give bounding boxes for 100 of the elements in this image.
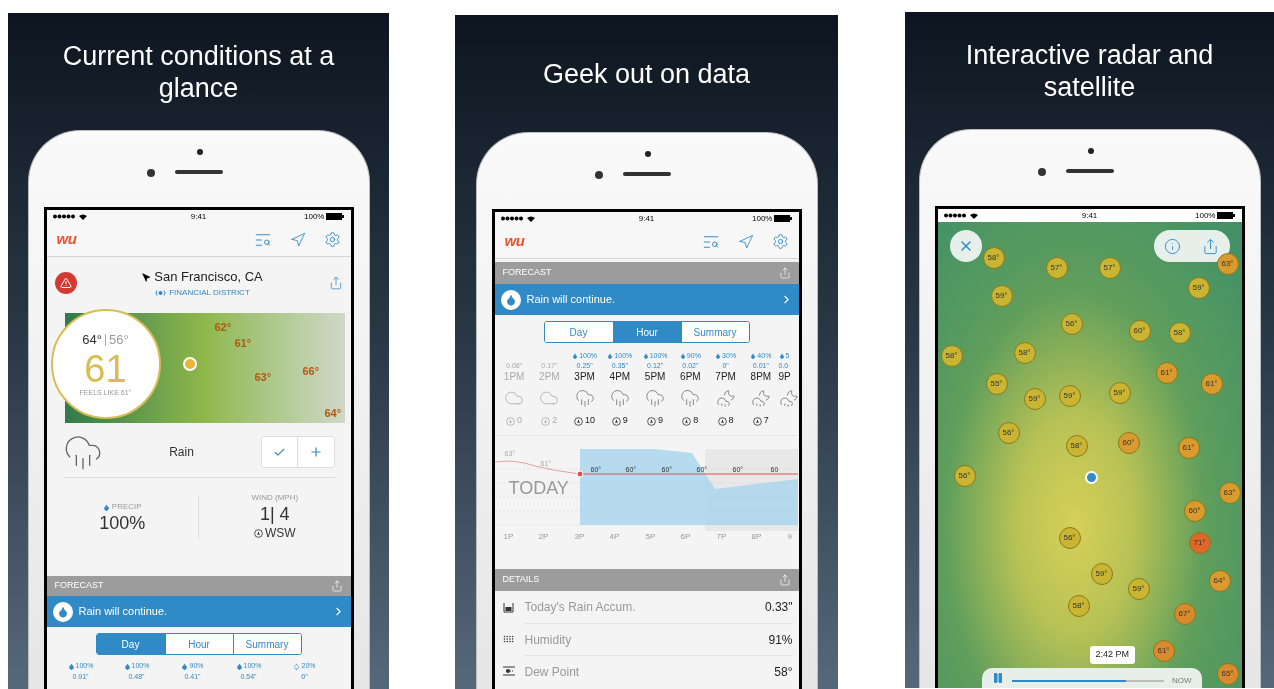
- battery-percent: 100%: [752, 212, 773, 225]
- station-name: FINANCIAL DISTRICT: [169, 286, 250, 299]
- wind-direction-icon: [253, 528, 263, 538]
- temperature-pin[interactable]: 58°: [940, 345, 963, 367]
- hour-label: 2PM: [539, 370, 560, 383]
- temperature-pin[interactable]: 59°: [1108, 382, 1131, 404]
- temperature-pin[interactable]: 59°: [1058, 385, 1081, 407]
- share-icon[interactable]: [1202, 237, 1219, 255]
- wind-direction: WSW: [264, 525, 296, 542]
- temperature-pin[interactable]: 63°: [1218, 482, 1241, 504]
- forecast-banner[interactable]: Rain will continue.: [46, 596, 351, 627]
- camera-icon: [644, 151, 651, 157]
- today-label: TODAY: [508, 477, 569, 500]
- temperature-pin[interactable]: 61°: [1177, 437, 1200, 459]
- temperature-pin[interactable]: 59°: [990, 285, 1013, 307]
- moon-rain-cloud-icon: [778, 388, 799, 408]
- map-temperature: 62°: [214, 320, 232, 335]
- temperature-pin[interactable]: 60°: [1183, 500, 1206, 522]
- forecast-banner[interactable]: Rain will continue.: [494, 284, 799, 315]
- temperature-pin[interactable]: 60°: [1128, 320, 1151, 342]
- segment-tab[interactable]: Summary: [680, 322, 749, 342]
- temperature-pin[interactable]: 67°: [1173, 603, 1196, 625]
- detail-value: 0.33": [764, 599, 793, 616]
- settings-icon[interactable]: [323, 231, 341, 248]
- time-tick: 5P: [645, 531, 656, 543]
- segment-tab[interactable]: Hour: [164, 634, 233, 654]
- droplet-icon: [500, 289, 521, 310]
- section-title: DETAILS: [502, 573, 540, 587]
- temperature-pin[interactable]: 58°: [1168, 322, 1191, 344]
- temperature-pin[interactable]: 63°: [1216, 253, 1239, 275]
- low-temperature: 56°: [109, 331, 129, 349]
- temperature-pin[interactable]: 56°: [1058, 527, 1081, 549]
- segment-tab[interactable]: Day: [96, 634, 165, 654]
- temperature-pin[interactable]: 59°: [1023, 388, 1046, 410]
- segment-tab[interactable]: Hour: [612, 322, 681, 342]
- moon-rain-cloud-icon: [750, 388, 771, 408]
- temperature-pin[interactable]: 56°: [953, 465, 976, 487]
- temperature-pin[interactable]: 61°: [1200, 373, 1223, 395]
- temperature-pin[interactable]: 59°: [1127, 578, 1150, 600]
- camera-icon: [196, 149, 203, 155]
- time-tick: 9: [787, 531, 792, 543]
- map-temperature: 66°: [302, 364, 320, 379]
- temperature-pin[interactable]: 57°: [1098, 257, 1121, 279]
- hour-label: 4PM: [609, 370, 631, 383]
- temperature-pin[interactable]: 57°: [1045, 257, 1068, 279]
- temperature-pin[interactable]: 64°: [1208, 570, 1231, 592]
- segment-tab[interactable]: Day: [544, 322, 613, 342]
- wind-direction-icon: [574, 416, 584, 426]
- location-arrow-icon[interactable]: [737, 233, 754, 250]
- share-icon[interactable]: [778, 267, 791, 279]
- temperature-pin[interactable]: 59°: [1090, 563, 1113, 585]
- status-time: 9:41: [1081, 209, 1098, 222]
- temperature-pin[interactable]: 58°: [1067, 595, 1090, 617]
- rain-gauge-icon: [502, 601, 514, 613]
- temperature-pin[interactable]: 58°: [1013, 342, 1036, 364]
- temperature-pin[interactable]: 59°: [1187, 277, 1210, 299]
- temperature-pin[interactable]: 55°: [985, 373, 1008, 395]
- temperature-pin[interactable]: 61°: [1155, 362, 1178, 384]
- temperature-pin[interactable]: 65°: [1216, 663, 1239, 685]
- location-marker-icon: [182, 357, 197, 371]
- current-temperature: 61: [84, 349, 127, 388]
- settings-icon[interactable]: [771, 233, 789, 250]
- close-button[interactable]: [949, 230, 982, 262]
- wind-direction-icon: [611, 416, 621, 426]
- pause-icon[interactable]: [991, 672, 1004, 684]
- time-tooltip: 2:42 PM: [1089, 646, 1136, 664]
- droplet-icon: [607, 353, 614, 359]
- rain-cloud-icon: [680, 388, 701, 408]
- wind-direction-icon: [541, 416, 551, 426]
- droplet-icon: [102, 503, 110, 511]
- temperature-pin[interactable]: 56°: [1060, 313, 1083, 335]
- temperature-pin[interactable]: 56°: [997, 422, 1020, 444]
- temperature-pin[interactable]: 60°: [1117, 432, 1140, 454]
- location-marker-icon: [1084, 471, 1098, 484]
- wind-speed: 7: [763, 414, 769, 428]
- temperature-pin[interactable]: 58°: [1065, 435, 1088, 457]
- hour-label: 7PM: [715, 370, 736, 383]
- share-icon[interactable]: [330, 580, 343, 592]
- share-icon[interactable]: [778, 574, 791, 586]
- share-icon[interactable]: [328, 276, 343, 290]
- temperature-pin[interactable]: 58°: [982, 247, 1005, 269]
- moon-rain-cloud-icon: [715, 388, 736, 408]
- detail-value: 91%: [768, 631, 793, 649]
- temperature-pin[interactable]: 71°: [1188, 532, 1211, 554]
- segment-tab[interactable]: Summary: [232, 634, 301, 654]
- camera-icon: [1087, 148, 1094, 154]
- droplet-icon: [750, 353, 757, 359]
- info-icon[interactable]: [1164, 237, 1181, 255]
- wifi-icon: [526, 215, 535, 222]
- time-tick: 2P: [538, 531, 549, 543]
- map-temperature: 64°: [324, 406, 342, 421]
- location-arrow-icon[interactable]: [289, 231, 306, 248]
- wind-direction-icon: [717, 416, 727, 426]
- detail-label: Humidity: [524, 631, 572, 649]
- high-temperature: 64°: [82, 331, 102, 349]
- time-tick: 7P: [716, 531, 727, 543]
- alert-icon[interactable]: [54, 272, 77, 294]
- battery-percent: 100%: [1195, 209, 1216, 222]
- temperature-pin[interactable]: 61°: [1152, 640, 1175, 662]
- station-signal-icon: [155, 289, 167, 296]
